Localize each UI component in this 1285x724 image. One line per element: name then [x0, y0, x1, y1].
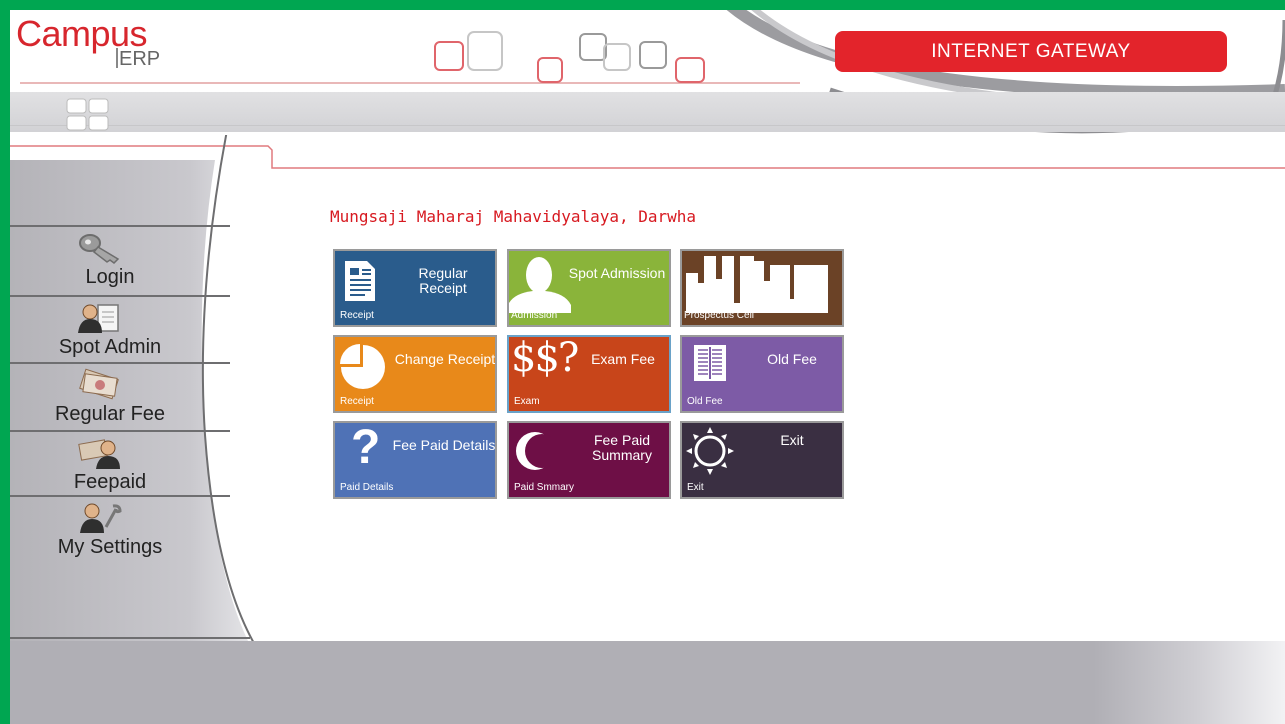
tile-subtitle: Old Fee [687, 396, 723, 407]
user-settings-icon [80, 503, 122, 533]
tile-subtitle: Prospectus Cell [684, 310, 755, 321]
sidebar-item-label: Spot Admin [58, 336, 162, 358]
tile-subtitle: Exam [514, 396, 540, 407]
users-document-icon [78, 304, 119, 333]
tile-title: Spot Admission [568, 265, 666, 281]
moon-icon [516, 432, 551, 470]
tile-title: Fee Paid Details [392, 437, 496, 453]
grid-icon[interactable] [65, 97, 111, 133]
campus-erp-logo: Campus ERP [16, 13, 160, 70]
money-icon [79, 368, 119, 400]
footer-band [10, 641, 1285, 724]
sidebar-item-login[interactable]: Login [10, 225, 230, 291]
tile-title: Change Receipt [394, 351, 496, 367]
tile-fee-paid-summary[interactable]: Fee Paid Summary Paid Smmary [507, 421, 671, 499]
tile-title: Exam Fee [591, 351, 655, 367]
tile-change-receipt[interactable]: Change Receipt Receipt [333, 335, 497, 413]
sidebar-item-my-settings[interactable]: My Settings [10, 495, 230, 561]
sidebar-item-feepaid[interactable]: Feepaid [10, 430, 230, 496]
tile-title: Regular Receipt [418, 265, 468, 296]
tile-subtitle: Paid Smmary [514, 482, 575, 493]
logo-sub-text: ERP [119, 48, 161, 70]
sidebar: Login Spot Admin Regular Fee Feepaid My … [10, 135, 260, 645]
tile-title: Exit [780, 432, 804, 448]
tile-subtitle: Paid Details [340, 482, 394, 493]
sidebar-item-label: Login [85, 266, 135, 288]
question-icon: ? [351, 421, 381, 474]
college-name: Mungsaji Maharaj Mahavidyalaya, Darwha [330, 207, 697, 226]
tile-prospectus-cell[interactable]: Prospectus Cell [680, 249, 844, 327]
tile-regular-receipt[interactable]: Regular Receipt Receipt [333, 249, 497, 327]
sidebar-item-label: Regular Fee [54, 403, 166, 425]
band-line [10, 125, 1285, 126]
decorative-squares [434, 31, 705, 83]
key-icon [79, 234, 120, 264]
tile-title: Fee Paid Summary [592, 432, 652, 463]
tile-fee-paid-details[interactable]: ? Fee Paid Details Paid Details [333, 421, 497, 499]
tile-subtitle: Receipt [340, 310, 374, 321]
person-icon [509, 257, 571, 313]
money-user-icon [78, 439, 120, 469]
tile-old-fee[interactable]: Old Fee Old Fee [680, 335, 844, 413]
tile-subtitle: Admission [511, 310, 558, 321]
book-icon [694, 345, 726, 381]
tile-exit[interactable]: Exit Exit [680, 421, 844, 499]
sidebar-item-regular-fee[interactable]: Regular Fee [10, 362, 230, 428]
tile-spot-admission[interactable]: Spot Admission Admission [507, 249, 671, 327]
dollar-icon: $$? [511, 335, 579, 381]
sidebar-item-label: My Settings [57, 536, 163, 558]
tile-subtitle: Receipt [340, 396, 374, 407]
sun-icon [686, 427, 734, 475]
document-icon [345, 261, 375, 301]
tile-exam-fee[interactable]: $$? Exam Fee Exam [507, 335, 671, 413]
internet-gateway-button[interactable]: INTERNET GATEWAY [835, 31, 1227, 72]
header-band [10, 92, 1285, 132]
logo-main-text: Campus [16, 13, 148, 54]
pie-icon [340, 344, 385, 389]
tile-title: Old Fee [767, 351, 817, 367]
sidebar-item-label: Feepaid [73, 471, 147, 493]
app-page: Campus ERP INTERNET GATEWAY Login Spot A… [10, 10, 1285, 724]
building-icon [686, 256, 828, 313]
sidebar-item-spot-admin[interactable]: Spot Admin [10, 295, 230, 361]
logo-divider [116, 48, 118, 68]
tile-subtitle: Exit [687, 482, 704, 493]
